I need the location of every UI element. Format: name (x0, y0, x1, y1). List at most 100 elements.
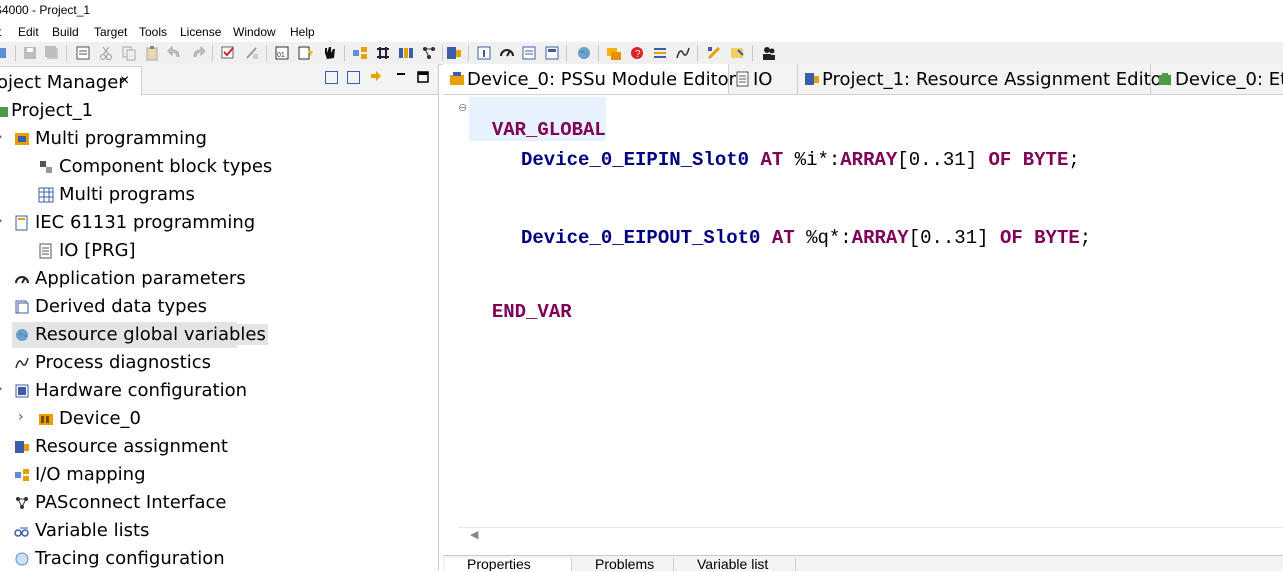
info-icon[interactable] (476, 45, 492, 61)
compile-icon[interactable]: 01 (274, 45, 290, 61)
keyword-array: ARRAY (840, 149, 898, 171)
tab-module-editor[interactable]: Device_0: PSSu Module Editor (443, 64, 736, 94)
redo-icon[interactable] (190, 45, 206, 61)
chevron-down-icon[interactable]: › (0, 129, 3, 145)
svg-text:01: 01 (277, 52, 285, 59)
tree-item-label: Project_1 (11, 100, 94, 121)
tab-label: IO (753, 69, 773, 90)
module-editor-icon (450, 72, 464, 85)
network-icon[interactable] (352, 45, 368, 61)
keyword-of: OF (988, 149, 1012, 171)
menu-tools[interactable]: Tools (139, 25, 167, 39)
variable-list-icon[interactable] (652, 45, 668, 61)
resource-assignment-icon (805, 73, 819, 85)
link-editor-icon[interactable] (370, 70, 384, 84)
menu-help[interactable]: Help (290, 25, 315, 39)
alert-icon[interactable]: ? (629, 45, 645, 61)
tools-icon[interactable] (706, 45, 722, 61)
undo-icon[interactable] (167, 45, 183, 61)
save-all-icon[interactable] (44, 45, 60, 61)
code-line-eipout: Device_0_EIPOUT_Slot0 AT %q*:ARRAY[0..31… (521, 227, 1091, 249)
resource-assignment-icon (15, 441, 29, 453)
device-icon (39, 414, 53, 425)
bus-icon[interactable] (375, 45, 391, 61)
tab-ethernet[interactable]: Device_0: Ethe (1151, 64, 1283, 94)
expand-all-icon[interactable] (347, 71, 360, 84)
project-manager-tab-label: oject Manager (0, 72, 126, 93)
users-icon[interactable] (761, 45, 777, 61)
diagnostics-icon[interactable] (675, 45, 691, 61)
connect-icon[interactable] (421, 45, 437, 61)
menu-license[interactable]: License (180, 25, 221, 39)
tab-properties[interactable]: Properties (445, 558, 572, 571)
menu-build[interactable]: Build (52, 25, 79, 39)
connect-icon (16, 497, 28, 509)
keyword-var-global: VAR_GLOBAL (491, 119, 606, 141)
horizontal-scrollbar[interactable]: ◀ (458, 527, 1283, 542)
check-icon[interactable] (220, 45, 236, 61)
tree-item-label: IO [PRG] (59, 240, 136, 261)
code-line-eipin: Device_0_EIPIN_Slot0 AT %i*:ARRAY[0..31]… (521, 149, 1080, 171)
copy-icon[interactable] (121, 45, 137, 61)
close-icon[interactable]: × (120, 72, 129, 90)
tree-item-label: Device_0 (59, 408, 142, 429)
print-icon[interactable] (75, 45, 91, 61)
menu-edit[interactable]: Edit (18, 25, 39, 39)
menu-window[interactable]: Window (233, 25, 276, 39)
hand-icon[interactable] (321, 45, 337, 61)
tab-io[interactable]: IO (729, 64, 798, 94)
toolbar-separator (566, 45, 567, 61)
keyword-byte: BYTE (1022, 149, 1069, 171)
project-manager-tab[interactable]: oject Manager × (0, 66, 142, 95)
menu-bar: t Edit Build Target Tools License Window… (0, 22, 1283, 42)
folders-icon[interactable] (606, 45, 622, 61)
toolbar-separator (468, 45, 469, 61)
globe-icon[interactable] (576, 45, 592, 61)
cut-icon[interactable] (98, 45, 114, 61)
toolbar-separator (66, 45, 67, 61)
tree-item-label: Resource assignment (35, 436, 228, 457)
license-icon[interactable] (729, 45, 745, 61)
tab-label: Device_0: Ethe (1175, 69, 1283, 90)
bottom-tab-bar: Properties Problems Variable list (443, 555, 1283, 571)
tab-resource-assignment-editor[interactable]: Project_1: Resource Assignment Editor (798, 64, 1169, 94)
gauge-icon[interactable] (499, 45, 515, 61)
tree-item-label: IEC 61131 programming (35, 212, 256, 233)
keyword-byte: BYTE (1034, 227, 1080, 249)
ethernet-icon (1159, 73, 1171, 85)
code-line-end-var: END_VAR (469, 279, 572, 323)
chevron-down-icon[interactable]: › (0, 213, 3, 229)
maximize-icon[interactable] (416, 70, 430, 84)
array-range: [0..31] (908, 227, 989, 249)
toolbar-separator (15, 45, 16, 61)
address: %i*: (783, 149, 841, 171)
modules-icon[interactable] (398, 45, 414, 61)
data-types-icon (15, 300, 29, 314)
iec-programming-icon (15, 215, 28, 231)
scroll-left-icon[interactable]: ◀ (470, 528, 478, 541)
chevron-right-icon[interactable]: › (18, 409, 24, 425)
tab-problems[interactable]: Problems (573, 558, 674, 571)
chevron-down-icon[interactable]: › (0, 381, 3, 397)
minimize-icon[interactable] (394, 70, 408, 84)
tab-variable-list[interactable]: Variable list (675, 558, 796, 571)
fold-icon[interactable]: ⊖ (458, 101, 467, 114)
table-icon[interactable] (544, 45, 560, 61)
tab-label: Problems (595, 558, 655, 571)
new-icon[interactable] (0, 45, 8, 61)
tree-item-label: Hardware configuration (35, 380, 248, 401)
paste-icon[interactable] (144, 45, 160, 61)
keyword-at: AT (771, 227, 795, 249)
save-icon[interactable] (22, 45, 38, 61)
multi-programming-icon (15, 133, 29, 145)
collapse-all-icon[interactable] (325, 71, 338, 84)
resource-assignment-icon[interactable] (446, 45, 462, 61)
download-icon[interactable] (298, 45, 314, 61)
toolbar-separator (442, 45, 443, 61)
toolbar-separator (212, 45, 213, 61)
menu-target[interactable]: Target (94, 25, 127, 39)
project-manager-header: oject Manager × (0, 64, 438, 95)
list-icon[interactable] (521, 45, 537, 61)
menu-edit-fragment[interactable]: t (0, 25, 1, 39)
clean-icon[interactable] (244, 45, 260, 61)
